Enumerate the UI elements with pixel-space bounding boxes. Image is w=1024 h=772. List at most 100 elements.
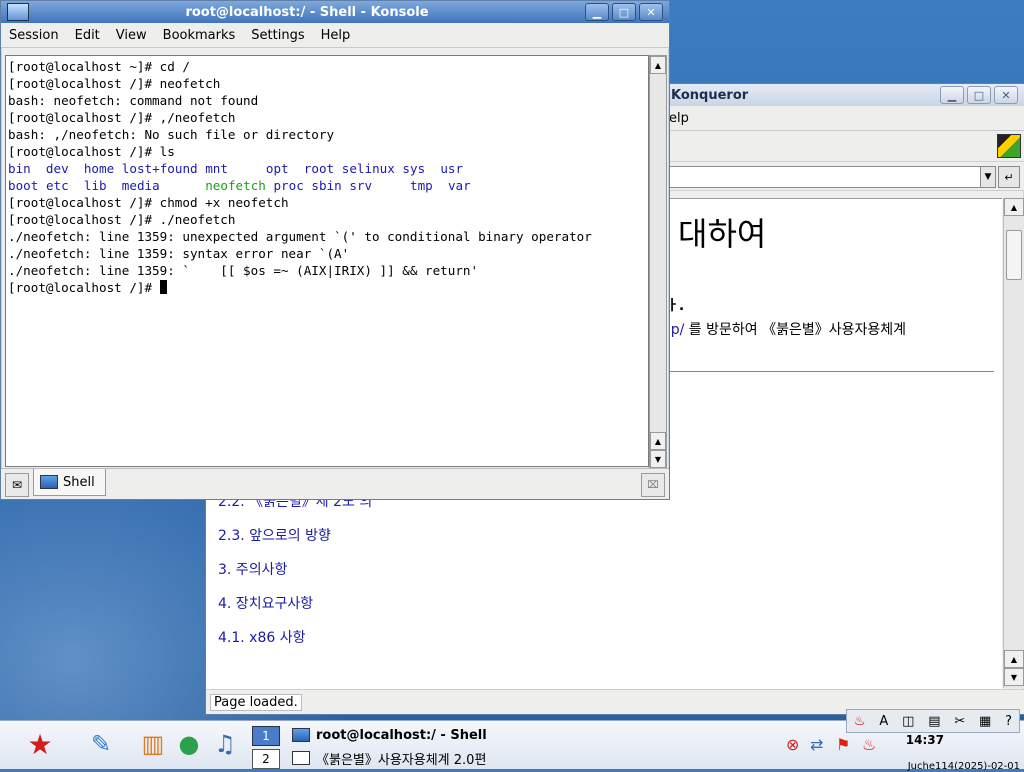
task-konqueror-label: 《붉은별》사용자용체계 2.0편: [316, 752, 487, 768]
menu-help[interactable]: Help: [313, 28, 359, 43]
tools-icon[interactable]: ✂: [954, 714, 965, 729]
page-scrollbar[interactable]: ▲ ▲ ▼: [1003, 198, 1024, 688]
tab-shell[interactable]: Shell: [33, 469, 106, 496]
minimize-button[interactable]: ▁: [585, 3, 609, 21]
alert-icon[interactable]: ♨: [862, 735, 876, 754]
page-heading: 대하여: [678, 215, 767, 253]
status-text: Page loaded.: [210, 694, 302, 711]
close-icon: ✕: [1001, 88, 1011, 102]
new-session-button[interactable]: ✉: [5, 473, 29, 497]
clock-time: 14:37: [905, 733, 944, 747]
desktop-2-button[interactable]: 2: [252, 749, 280, 769]
minimize-icon: ▁: [947, 88, 957, 102]
enter-icon: ↵: [1004, 170, 1014, 184]
terminal-directory: lib: [83, 178, 107, 193]
terminal-directory: sys: [402, 161, 426, 176]
desktop-1-button[interactable]: 1: [252, 726, 280, 746]
files-icon[interactable]: ▥: [136, 727, 170, 761]
arrow-up-icon: ▲: [1010, 202, 1018, 212]
terminal-directory: sbin: [311, 178, 342, 193]
start-menu-icon[interactable]: ★: [10, 727, 70, 761]
scroll-up-button-lower[interactable]: ▲: [650, 432, 666, 450]
columns-icon[interactable]: ◫: [902, 714, 914, 729]
close-icon: ✕: [646, 5, 656, 19]
connection-icon[interactable]: ⇄: [810, 735, 823, 754]
toc-item[interactable]: 4.1. x86 사항: [218, 627, 305, 647]
tab-shell-label: Shell: [63, 474, 95, 490]
edit-icon[interactable]: ✎: [84, 727, 118, 761]
task-konsole[interactable]: root@localhost:/ - Shell: [292, 725, 487, 745]
clipboard-icon[interactable]: ▦: [979, 714, 991, 729]
menu-view[interactable]: View: [108, 28, 155, 43]
task-konqueror[interactable]: 《붉은별》사용자용체계 2.0편: [292, 748, 486, 768]
taskbar: ♨ A ◫ ▤ ✂ ▦ ? ★ ✎ ▥ ● ♫ 1 2 root@localho…: [0, 709, 1024, 772]
scroll-down-button[interactable]: ▼: [650, 450, 666, 468]
minimize-icon: ▁: [592, 5, 602, 19]
fire-icon[interactable]: ♨: [854, 714, 866, 729]
terminal-directory: dev: [45, 161, 69, 176]
media-icon[interactable]: ♫: [208, 727, 242, 761]
close-button[interactable]: ✕: [994, 86, 1018, 104]
terminal-area[interactable]: [root@localhost ~]# cd / [root@localhost…: [5, 55, 649, 467]
font-icon[interactable]: A: [879, 714, 888, 729]
location-dropdown-button[interactable]: ▼: [980, 166, 996, 188]
terminal-directory: srv: [349, 178, 373, 193]
terminal-directory: media: [121, 178, 160, 193]
chevron-down-icon: ▼: [984, 172, 992, 182]
task-konsole-label: root@localhost:/ - Shell: [316, 727, 487, 743]
menu-bookmarks[interactable]: Bookmarks: [155, 28, 244, 43]
flag-icon[interactable]: ⚑: [836, 735, 850, 754]
scroll-thumb[interactable]: [1006, 230, 1022, 280]
konsole-title: root@localhost:/ - Shell - Konsole: [185, 4, 429, 20]
konsole-titlebar[interactable]: root@localhost:/ - Shell - Konsole ▁ □ ✕: [1, 1, 669, 23]
go-button[interactable]: ↵: [998, 166, 1020, 188]
text-cursor: [159, 280, 167, 294]
notes-icon[interactable]: ▤: [928, 714, 940, 729]
terminal-executable: neofetch: [205, 178, 266, 193]
network-icon[interactable]: ⊗: [786, 735, 799, 754]
maximize-button[interactable]: □: [967, 86, 991, 104]
visit-text: 를 방문하여 《붉은별》사용자용체계: [684, 322, 906, 338]
arrow-up-icon: ▲: [654, 436, 662, 446]
terminal-directory: selinux: [341, 161, 395, 176]
visit-line: :p/ 를 방문하여 《붉은별》사용자용체계: [666, 319, 906, 339]
help-icon[interactable]: ?: [1005, 714, 1012, 729]
konsole-window[interactable]: root@localhost:/ - Shell - Konsole ▁ □ ✕…: [0, 0, 670, 500]
terminal-directory: boot: [8, 178, 39, 193]
toc-item[interactable]: 2.3. 앞으로의 방향: [218, 525, 331, 545]
document-icon: [292, 751, 310, 765]
toc-item[interactable]: 3. 주의사항: [218, 559, 287, 579]
terminal-directory: home: [83, 161, 115, 176]
terminal-directory: mnt: [205, 161, 228, 176]
arrow-up-icon: ▲: [1010, 654, 1018, 664]
monitor-icon: [292, 728, 310, 742]
monitor-icon: [40, 475, 58, 489]
konsole-menubar: Session Edit View Bookmarks Settings Hel…: [1, 23, 669, 48]
scroll-up-button[interactable]: ▲: [650, 56, 666, 74]
scroll-up-button[interactable]: ▲: [1004, 198, 1024, 216]
terminal-directory: proc: [273, 178, 304, 193]
browser-icon[interactable]: ●: [172, 727, 206, 761]
konsole-app-icon[interactable]: [7, 3, 29, 21]
maximize-icon: □: [973, 88, 985, 102]
toc-item[interactable]: 4. 장치요구사항: [218, 593, 313, 613]
close-button[interactable]: ✕: [639, 3, 663, 21]
clock[interactable]: 14:37 Juche114(2025)-02-01: [906, 733, 1020, 772]
menu-settings[interactable]: Settings: [243, 28, 312, 43]
arrow-up-icon: ▲: [654, 60, 662, 70]
terminal-scrollbar[interactable]: ▲ ▲ ▼: [649, 55, 667, 469]
terminal-directory: opt: [265, 161, 289, 176]
close-session-button[interactable]: ⌧: [641, 473, 665, 497]
scroll-up-button-lower[interactable]: ▲: [1004, 650, 1024, 668]
menu-session[interactable]: Session: [1, 28, 67, 43]
menu-edit[interactable]: Edit: [67, 28, 108, 43]
terminal-directory: tmp: [410, 178, 433, 193]
applet-tray: ♨ A ◫ ▤ ✂ ▦ ?: [846, 709, 1020, 733]
scroll-down-button[interactable]: ▼: [1004, 668, 1024, 686]
maximize-button[interactable]: □: [612, 3, 636, 21]
minimize-button[interactable]: ▁: [940, 86, 964, 104]
terminal-directory: etc: [45, 178, 69, 193]
arrow-down-icon: ▼: [1010, 672, 1018, 682]
terminal-directory: lost+found: [121, 161, 198, 176]
terminal-output: [root@localhost ~]# cd / [root@localhost…: [8, 59, 592, 295]
